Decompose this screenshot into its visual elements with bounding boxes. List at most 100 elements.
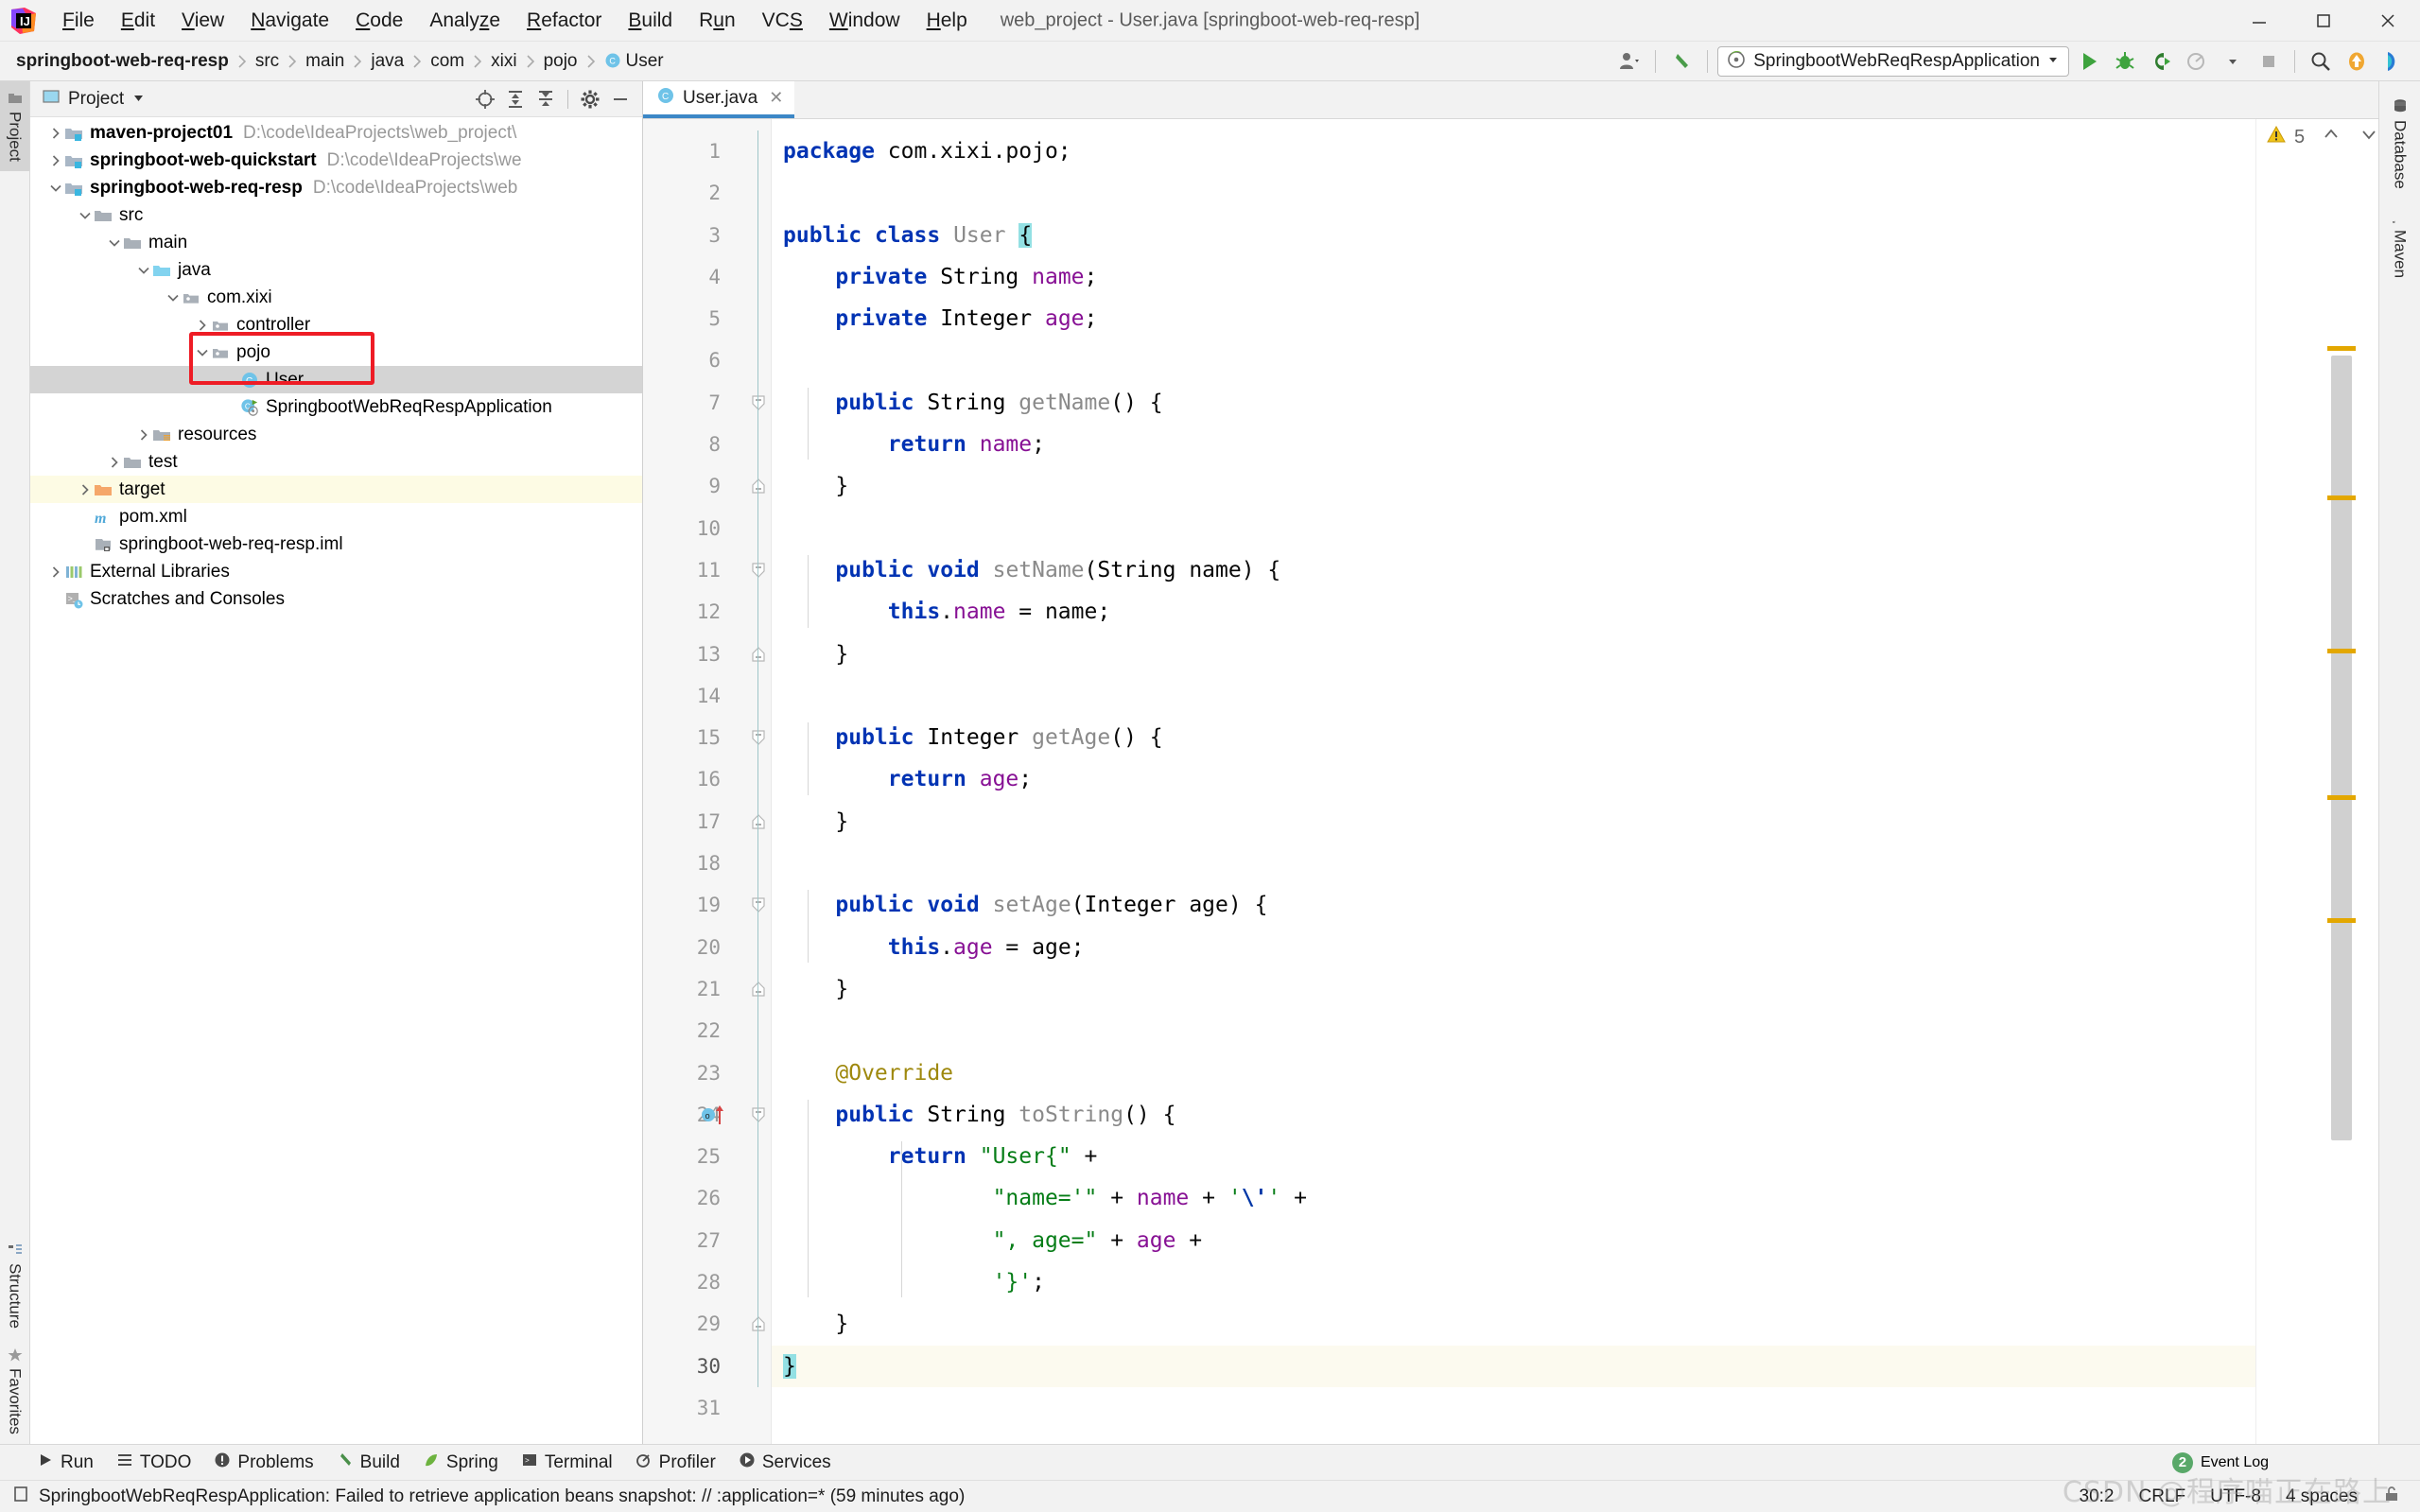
tree-node-com-xixi[interactable]: com.xixi	[30, 284, 642, 311]
line-number[interactable]: 30	[643, 1346, 745, 1387]
tree-node-user[interactable]: C User	[30, 366, 642, 393]
line-number[interactable]: 10	[643, 508, 745, 549]
line-number[interactable]: 25	[643, 1136, 745, 1177]
line-number[interactable]: 9	[643, 465, 745, 507]
code-line[interactable]	[772, 1010, 2255, 1051]
line-number[interactable]: 16	[643, 758, 745, 800]
breadcrumb-item-main[interactable]: main	[301, 49, 349, 74]
code-line[interactable]	[772, 1387, 2255, 1429]
fold-collapse-icon[interactable]	[750, 1106, 767, 1123]
chevron-down-icon[interactable]	[165, 289, 182, 306]
fold-end-icon[interactable]	[750, 478, 767, 495]
profile-button[interactable]	[2181, 45, 2213, 78]
tree-node-main[interactable]: main	[30, 229, 642, 256]
tree-node-external-libraries[interactable]: External Libraries	[30, 558, 642, 585]
bottom-tool-profiler[interactable]: Profiler	[625, 1449, 726, 1477]
code-line[interactable]	[772, 843, 2255, 884]
menu-refactor[interactable]: Refactor	[514, 6, 615, 36]
code-content[interactable]: package com.xixi.pojo; public class User…	[772, 119, 2255, 1444]
code-line[interactable]: }	[772, 1303, 2255, 1345]
chevron-down-icon[interactable]	[194, 344, 211, 361]
menu-window[interactable]: Window	[816, 6, 914, 36]
code-line[interactable]	[772, 508, 2255, 549]
code-line[interactable]: public String toString() {	[772, 1094, 2255, 1136]
run-with-coverage-button[interactable]	[2145, 45, 2177, 78]
code-line[interactable]: this.name = name;	[772, 591, 2255, 633]
menu-code[interactable]: Code	[342, 6, 416, 36]
rail-button-project[interactable]: Project	[0, 81, 29, 171]
bottom-tool-spring[interactable]: Spring	[412, 1449, 509, 1477]
line-number[interactable]: 11	[643, 549, 745, 591]
code-line[interactable]: public Integer getAge() {	[772, 717, 2255, 758]
code-line[interactable]: package com.xixi.pojo;	[772, 130, 2255, 172]
collapse-all-button[interactable]	[531, 85, 560, 113]
tree-node-springboot-web-quickstart[interactable]: springboot-web-quickstart D:\code\IdeaPro…	[30, 147, 642, 174]
tree-node-springbootwebreqrespapplication[interactable]: C SpringbootWebReqRespApplication	[30, 393, 642, 421]
line-number[interactable]: 18	[643, 843, 745, 884]
code-line[interactable]: }	[772, 465, 2255, 507]
breadcrumb-item-java[interactable]: java	[366, 49, 409, 74]
tree-node-test[interactable]: test	[30, 448, 642, 476]
close-icon[interactable]: ✕	[769, 88, 783, 108]
fold-collapse-icon[interactable]	[750, 562, 767, 579]
warning-stripe[interactable]	[2327, 649, 2356, 653]
code-line[interactable]: public String getName() {	[772, 382, 2255, 424]
line-number[interactable]: 3	[643, 215, 745, 256]
line-number[interactable]: 7	[643, 382, 745, 424]
code-line[interactable]: return name;	[772, 424, 2255, 465]
code-line[interactable]	[772, 339, 2255, 381]
profile-dropdown-button[interactable]	[2217, 45, 2249, 78]
fold-collapse-icon[interactable]	[750, 896, 767, 913]
fold-end-icon[interactable]	[750, 813, 767, 830]
fold-collapse-icon[interactable]	[750, 729, 767, 746]
chevron-down-icon[interactable]	[47, 180, 64, 197]
breadcrumb-item-pojo[interactable]: pojo	[539, 49, 583, 74]
line-number[interactable]: 12	[643, 591, 745, 633]
menu-build[interactable]: Build	[615, 6, 686, 36]
line-number[interactable]: 5	[643, 298, 745, 339]
select-opened-file-button[interactable]	[471, 85, 499, 113]
ide-assistant-button[interactable]	[2376, 45, 2409, 78]
chevron-right-icon[interactable]	[135, 426, 152, 443]
chevron-right-icon[interactable]	[47, 564, 64, 581]
breadcrumb-item-com[interactable]: com	[426, 49, 469, 74]
line-number[interactable]: 6	[643, 339, 745, 381]
editor-tab-user-java[interactable]: C User.java ✕	[643, 81, 795, 118]
rail-button-maven[interactable]: m Maven	[2386, 200, 2410, 286]
tree-node-src[interactable]: src	[30, 201, 642, 229]
line-number[interactable]: 29	[643, 1303, 745, 1345]
warning-stripe[interactable]	[2327, 795, 2356, 800]
tree-node-maven-project01[interactable]: maven-project01 D:\code\IdeaProjects\web_…	[30, 119, 642, 147]
tree-node-pom-xml[interactable]: m pom.xml	[30, 503, 642, 530]
close-button[interactable]	[2356, 0, 2420, 42]
line-number[interactable]: 31	[643, 1387, 745, 1429]
code-line[interactable]: }	[772, 968, 2255, 1010]
file-encoding[interactable]: UTF-8	[2210, 1486, 2261, 1507]
line-number[interactable]: 27	[643, 1220, 745, 1261]
line-number[interactable]: 17	[643, 801, 745, 843]
code-line[interactable]: @Override	[772, 1052, 2255, 1094]
breadcrumb-item-user[interactable]: C User	[600, 49, 669, 74]
code-line[interactable]: private Integer age;	[772, 298, 2255, 339]
code-line[interactable]: '}';	[772, 1261, 2255, 1303]
override-method-marker-icon[interactable]: o	[700, 1104, 732, 1131]
line-number[interactable]: 13	[643, 634, 745, 675]
line-number[interactable]: 26	[643, 1177, 745, 1219]
code-line[interactable]: }	[772, 634, 2255, 675]
code-line[interactable]: "name='" + name + '\'' +	[772, 1177, 2255, 1219]
run-configuration-selector[interactable]: SpringbootWebReqRespApplication	[1717, 45, 2069, 77]
chevron-right-icon[interactable]	[77, 481, 94, 498]
caret-position[interactable]: 30:2	[2080, 1486, 2115, 1507]
menu-navigate[interactable]: Navigate	[237, 6, 342, 36]
code-line[interactable]: public void setName(String name) {	[772, 549, 2255, 591]
line-number[interactable]: 4	[643, 256, 745, 298]
code-line[interactable]: ", age=" + age +	[772, 1220, 2255, 1261]
chevron-down-icon[interactable]	[77, 207, 94, 224]
maximize-button[interactable]	[2291, 0, 2356, 42]
line-number[interactable]: 1	[643, 130, 745, 172]
tree-node-scratches-and-consoles[interactable]: >_ Scratches and Consoles	[30, 585, 642, 613]
line-number[interactable]: 20	[643, 927, 745, 968]
rail-button-favorites[interactable]: Favorites	[0, 1338, 29, 1444]
chevron-down-icon[interactable]	[106, 235, 123, 252]
line-number[interactable]: 23	[643, 1052, 745, 1094]
